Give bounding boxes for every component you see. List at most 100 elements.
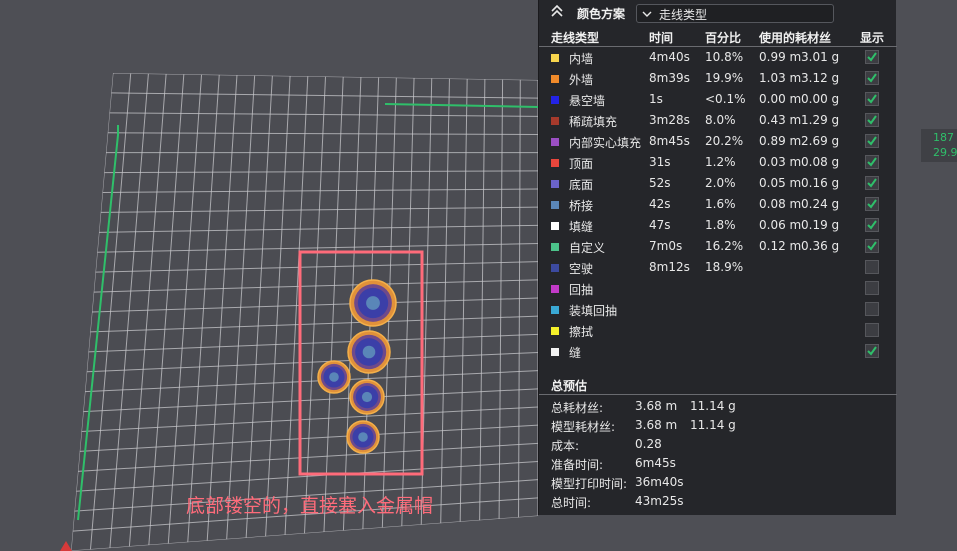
row-length: 0.08 m (759, 197, 802, 211)
col-header-percent: 百分比 (705, 31, 742, 45)
summary-value: 6m45s (635, 456, 676, 470)
check-icon (867, 220, 877, 230)
color-swatch (551, 96, 559, 104)
row-percent: 18.9% (705, 260, 744, 274)
summary-row: 模型耗材丝: 3.68 m 11.14 g (539, 416, 897, 435)
check-icon (867, 73, 877, 83)
summary-value: 36m40s (635, 475, 684, 489)
coordinate-tag: 187 29.96 (921, 129, 957, 162)
row-time: 8m45s (649, 134, 690, 148)
row-name: 擦拭 (569, 325, 594, 339)
row-time: 42s (649, 197, 671, 211)
show-checkbox[interactable] (865, 50, 879, 64)
color-swatch (551, 180, 559, 188)
row-name: 底面 (569, 178, 594, 192)
show-checkbox[interactable] (865, 113, 879, 127)
row-weight: 3.12 g (801, 71, 840, 85)
coordinate-tag-line1: 187 (933, 131, 954, 144)
summary-row: 模型打印时间: 36m40s (539, 473, 897, 492)
show-checkbox[interactable] (865, 176, 879, 190)
summary-divider (539, 394, 897, 395)
check-icon (867, 52, 877, 62)
color-swatch (551, 117, 559, 125)
row-percent: 20.2% (705, 134, 744, 148)
summary-label: 模型耗材丝: (551, 420, 616, 434)
summary-row: 成本: 0.28 (539, 435, 897, 454)
row-time: 4m40s (649, 50, 690, 64)
show-checkbox[interactable] (865, 71, 879, 85)
color-swatch (551, 243, 559, 251)
summary-title: 总预估 (551, 379, 588, 393)
printed-ring (317, 360, 351, 394)
summary-row: 总耗材丝: 3.68 m 11.14 g (539, 397, 897, 416)
color-scheme-label: 颜色方案 (577, 7, 626, 21)
show-checkbox[interactable] (865, 302, 879, 316)
row-name: 自定义 (569, 241, 606, 255)
chevron-down-icon (642, 11, 652, 17)
color-swatch (551, 159, 559, 167)
show-checkbox[interactable] (865, 92, 879, 106)
color-swatch (551, 201, 559, 209)
row-name: 稀疏填充 (569, 115, 618, 129)
check-icon (867, 178, 877, 188)
show-checkbox[interactable] (865, 323, 879, 337)
show-checkbox[interactable] (865, 344, 879, 358)
summary-row: 准备时间: 6m45s (539, 454, 897, 473)
show-checkbox[interactable] (865, 218, 879, 232)
color-swatch (551, 264, 559, 272)
coordinate-tag-line2: 29.96 (933, 146, 957, 159)
row-time: 31s (649, 155, 671, 169)
origin-marker (60, 541, 72, 551)
col-header-used: 使用的耗材丝 (759, 31, 832, 45)
check-icon (867, 94, 877, 104)
row-percent: 1.2% (705, 155, 736, 169)
row-percent: 2.0% (705, 176, 736, 190)
legend-row: 擦拭 (539, 321, 897, 342)
row-length: 0.12 m (759, 239, 802, 253)
row-name: 装填回抽 (569, 304, 618, 318)
row-time: 7m0s (649, 239, 683, 253)
show-checkbox[interactable] (865, 197, 879, 211)
show-checkbox[interactable] (865, 239, 879, 253)
row-name: 填缝 (569, 220, 594, 234)
row-weight: 0.08 g (801, 155, 840, 169)
legend-row: 内部实心填充 8m45s 20.2% 0.89 m 2.69 g (539, 132, 897, 153)
row-weight: 1.29 g (801, 113, 840, 127)
legend-row: 稀疏填充 3m28s 8.0% 0.43 m 1.29 g (539, 111, 897, 132)
row-length: 0.05 m (759, 176, 802, 190)
row-name: 顶面 (569, 157, 594, 171)
summary-row: 总时间: 43m25s (539, 492, 897, 511)
row-name: 桥接 (569, 199, 594, 213)
legend-row: 缝 (539, 342, 897, 363)
legend-row: 自定义 7m0s 16.2% 0.12 m 0.36 g (539, 237, 897, 258)
col-header-type: 走线类型 (551, 31, 600, 45)
row-weight: 0.19 g (801, 218, 840, 232)
legend-row: 装填回抽 (539, 300, 897, 321)
show-checkbox[interactable] (865, 134, 879, 148)
row-length: 0.00 m (759, 92, 802, 106)
row-time: 1s (649, 92, 663, 106)
col-header-time: 时间 (649, 31, 674, 45)
color-swatch (551, 222, 559, 230)
show-checkbox[interactable] (865, 281, 879, 295)
summary-label: 总耗材丝: (551, 401, 604, 415)
row-percent: 1.6% (705, 197, 736, 211)
row-length: 0.03 m (759, 155, 802, 169)
row-weight: 0.00 g (801, 92, 840, 106)
check-icon (867, 241, 877, 251)
collapse-chevron-icon[interactable] (549, 3, 565, 19)
legend-row: 悬空墙 1s <0.1% 0.00 m 0.00 g (539, 90, 897, 111)
printed-ring (346, 420, 380, 454)
color-swatch (551, 285, 559, 293)
color-scheme-select[interactable]: 走线类型 (636, 4, 834, 23)
summary-value: 3.68 m (635, 418, 678, 432)
row-time: 8m39s (649, 71, 690, 85)
row-weight: 0.36 g (801, 239, 840, 253)
row-percent: <0.1% (705, 92, 746, 106)
show-checkbox[interactable] (865, 155, 879, 169)
show-checkbox[interactable] (865, 260, 879, 274)
row-weight: 0.16 g (801, 176, 840, 190)
legend-header: 颜色方案 走线类型 (539, 0, 897, 26)
header-divider (539, 46, 897, 47)
row-name: 空驶 (569, 262, 594, 276)
